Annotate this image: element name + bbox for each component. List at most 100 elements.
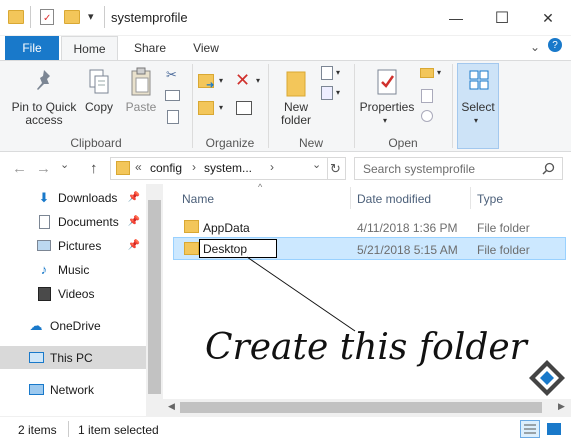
- forward-button[interactable]: →: [36, 160, 51, 177]
- paste-label: Paste: [125, 100, 157, 114]
- new-item-dropdown-icon[interactable]: ▾: [336, 68, 340, 77]
- rename-icon[interactable]: [236, 101, 252, 115]
- folder-icon: [8, 10, 24, 24]
- tab-home[interactable]: Home: [61, 36, 118, 61]
- nav-label: Downloads: [58, 190, 118, 205]
- paste-shortcut-icon[interactable]: [167, 110, 179, 124]
- nav-item-downloads[interactable]: ⬇ Downloads 📌: [0, 186, 146, 209]
- maximize-icon: ☐: [494, 10, 510, 27]
- nav-item-network[interactable]: Network: [0, 378, 146, 401]
- logo-icon: [529, 360, 565, 396]
- pin-label: Pin to Quick access: [11, 100, 77, 127]
- select-button[interactable]: Select ▾: [457, 63, 499, 149]
- expand-ribbon-icon[interactable]: ⌄: [530, 40, 540, 54]
- column-divider[interactable]: [470, 187, 471, 209]
- breadcrumb-separator[interactable]: ›: [270, 160, 274, 174]
- selection-status: 1 item selected: [78, 423, 159, 437]
- tab-view[interactable]: View: [178, 36, 234, 60]
- easy-access-icon[interactable]: [321, 86, 333, 100]
- properties-button[interactable]: Properties ▾: [358, 64, 416, 132]
- new-folder-label: New folder: [280, 100, 312, 127]
- copy-icon: [89, 69, 109, 94]
- row-date: 4/11/2018 1:36 PM: [357, 221, 458, 235]
- minimize-icon: —: [449, 10, 463, 26]
- row-type: File folder: [477, 221, 530, 235]
- help-icon[interactable]: ?: [548, 38, 562, 52]
- row-type: File folder: [477, 243, 530, 257]
- large-icons-view-icon: [547, 423, 561, 435]
- details-view-button[interactable]: [520, 420, 540, 438]
- refresh-button[interactable]: ↻: [326, 157, 346, 180]
- copy-button[interactable]: Copy: [82, 64, 116, 130]
- copy-to-icon[interactable]: [198, 101, 214, 115]
- delete-icon[interactable]: ✕: [235, 70, 250, 91]
- properties-quick-icon[interactable]: ✓: [40, 9, 54, 25]
- videos-icon: [36, 286, 52, 302]
- tab-file[interactable]: File: [5, 36, 59, 60]
- paste-icon: [131, 67, 151, 96]
- scroll-right-icon[interactable]: ▶: [558, 401, 565, 412]
- customize-quick-access-icon[interactable]: ▾: [88, 10, 94, 23]
- title-divider-2: [104, 6, 105, 28]
- folder-icon: [184, 242, 199, 255]
- annotation-text: Create this folder: [205, 327, 527, 368]
- item-count: 2 items: [18, 423, 57, 437]
- nav-item-documents[interactable]: Documents 📌: [0, 210, 146, 233]
- delete-dropdown-icon[interactable]: ▾: [256, 76, 260, 85]
- cut-icon[interactable]: ✂: [166, 67, 177, 83]
- copy-path-icon[interactable]: [165, 90, 180, 101]
- document-icon: [36, 214, 52, 230]
- pin-icon: 📌: [127, 192, 140, 203]
- column-header-name[interactable]: Name: [182, 192, 214, 206]
- column-header-type[interactable]: Type: [477, 192, 503, 206]
- history-icon[interactable]: [421, 110, 433, 122]
- move-to-dropdown-icon[interactable]: ▾: [219, 76, 223, 85]
- search-input[interactable]: Search systemprofile: [354, 157, 563, 180]
- column-header-date[interactable]: Date modified: [357, 192, 431, 206]
- edit-icon[interactable]: [421, 89, 433, 103]
- clipboard-group-label: Clipboard: [70, 136, 122, 150]
- download-icon: ⬇: [38, 189, 50, 205]
- back-button[interactable]: ←: [12, 160, 27, 177]
- select-label: Select: [461, 100, 495, 114]
- breadcrumb-systemprofile[interactable]: system...: [204, 161, 252, 175]
- open-icon[interactable]: [420, 68, 434, 78]
- nav-scrollbar-thumb[interactable]: [148, 200, 161, 394]
- nav-item-videos[interactable]: Videos: [0, 282, 146, 305]
- pin-quick-access-button[interactable]: Pin to Quick access: [8, 64, 80, 130]
- minimize-button[interactable]: —: [433, 0, 479, 36]
- address-dropdown-icon[interactable]: ⌄: [312, 158, 321, 171]
- nav-item-music[interactable]: ♪ Music: [0, 258, 146, 281]
- scroll-left-icon[interactable]: ◀: [168, 401, 175, 412]
- breadcrumb-separator[interactable]: ›: [192, 160, 196, 174]
- computer-icon: [28, 350, 44, 366]
- copy-to-dropdown-icon[interactable]: ▾: [219, 103, 223, 112]
- up-button[interactable]: ↑: [90, 160, 98, 177]
- nav-item-pictures[interactable]: Pictures 📌: [0, 234, 146, 257]
- paste-button[interactable]: Paste: [122, 64, 160, 130]
- address-folder-icon: [116, 161, 130, 175]
- large-icons-view-button[interactable]: [544, 420, 564, 438]
- column-divider[interactable]: [350, 187, 351, 209]
- recent-locations-button[interactable]: ⌄: [60, 158, 69, 171]
- open-dropdown-icon[interactable]: ▾: [437, 68, 441, 77]
- title-divider: [30, 6, 31, 28]
- close-button[interactable]: ✕: [525, 0, 571, 36]
- horizontal-scrollbar-thumb[interactable]: [180, 402, 542, 413]
- nav-label: OneDrive: [50, 318, 101, 333]
- status-divider: [68, 421, 69, 437]
- new-folder-quick-icon[interactable]: [64, 10, 80, 24]
- maximize-button[interactable]: ☐: [479, 0, 525, 36]
- close-icon: ✕: [542, 9, 554, 26]
- select-icon: [469, 70, 489, 90]
- cloud-icon: ☁: [29, 317, 43, 333]
- nav-item-onedrive[interactable]: ☁ OneDrive: [0, 314, 146, 337]
- breadcrumb-overflow[interactable]: «: [135, 160, 142, 174]
- breadcrumb-config[interactable]: config: [150, 161, 182, 175]
- tab-share[interactable]: Share: [122, 36, 178, 60]
- nav-item-this-pc[interactable]: This PC: [0, 346, 146, 369]
- new-item-icon[interactable]: [321, 66, 333, 80]
- easy-access-dropdown-icon[interactable]: ▾: [336, 88, 340, 97]
- folder-icon: [184, 220, 199, 233]
- new-folder-button[interactable]: New folder: [276, 64, 316, 132]
